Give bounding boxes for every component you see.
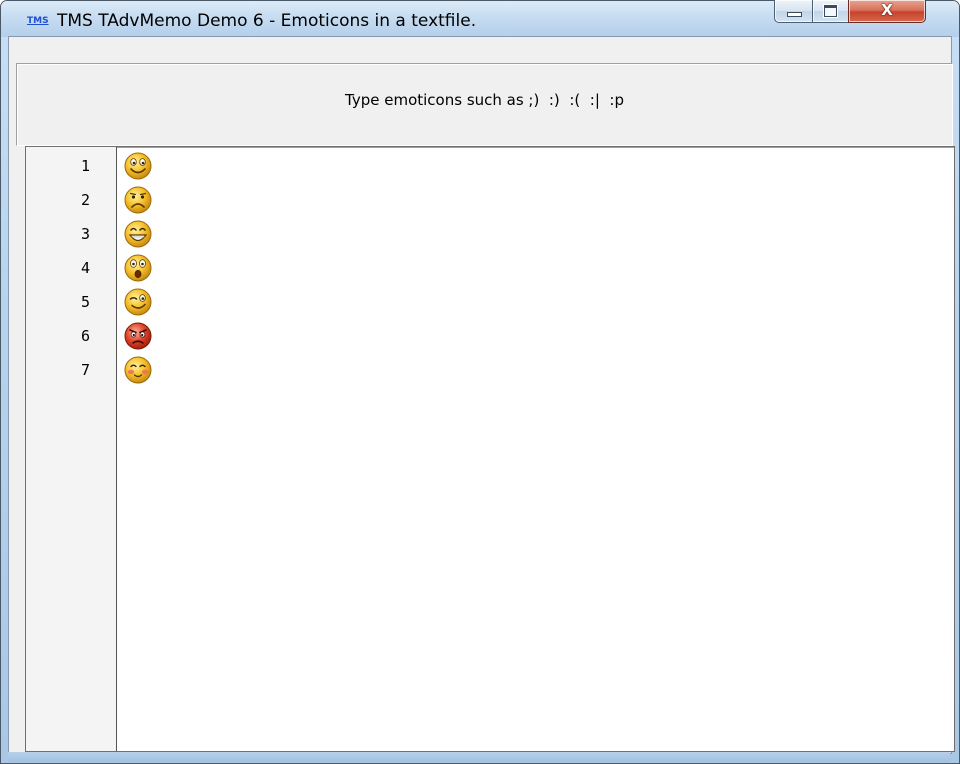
angry-emoticon-icon bbox=[124, 322, 152, 350]
instruction-label: Type emoticons such as ;) :) :( :| :p bbox=[345, 91, 624, 109]
maximize-button[interactable] bbox=[812, 0, 850, 23]
line-number: 2 bbox=[80, 191, 90, 209]
surprised-emoticon-icon bbox=[124, 254, 152, 282]
line-number: 3 bbox=[80, 225, 90, 243]
close-icon: X bbox=[881, 1, 893, 19]
blush-emoticon-icon bbox=[124, 356, 152, 384]
smile-emoticon-icon bbox=[124, 152, 152, 180]
wink-emoticon-icon bbox=[124, 288, 152, 316]
close-button[interactable]: X bbox=[848, 0, 926, 23]
sad-emoticon-icon bbox=[124, 186, 152, 214]
line-number-gutter: 1 2 3 4 5 6 7 bbox=[26, 147, 117, 751]
line-number: 6 bbox=[80, 327, 90, 345]
memo-editor[interactable]: 1 2 3 4 5 6 7 bbox=[25, 146, 955, 752]
big-grin-emoticon-icon bbox=[124, 220, 152, 248]
maximize-icon bbox=[824, 5, 837, 17]
line-number: 7 bbox=[80, 361, 90, 379]
line-number: 5 bbox=[80, 293, 90, 311]
minimize-button[interactable] bbox=[774, 0, 814, 23]
window-title: TMS TAdvMemo Demo 6 - Emoticons in a tex… bbox=[57, 11, 477, 31]
window-bottom-border bbox=[8, 752, 950, 762]
line-number: 4 bbox=[80, 259, 90, 277]
instruction-panel: Type emoticons such as ;) :) :( :| :p bbox=[16, 63, 953, 146]
minimize-icon bbox=[787, 12, 802, 17]
line-number: 1 bbox=[80, 157, 90, 175]
app-icon[interactable]: TMS bbox=[27, 15, 49, 27]
